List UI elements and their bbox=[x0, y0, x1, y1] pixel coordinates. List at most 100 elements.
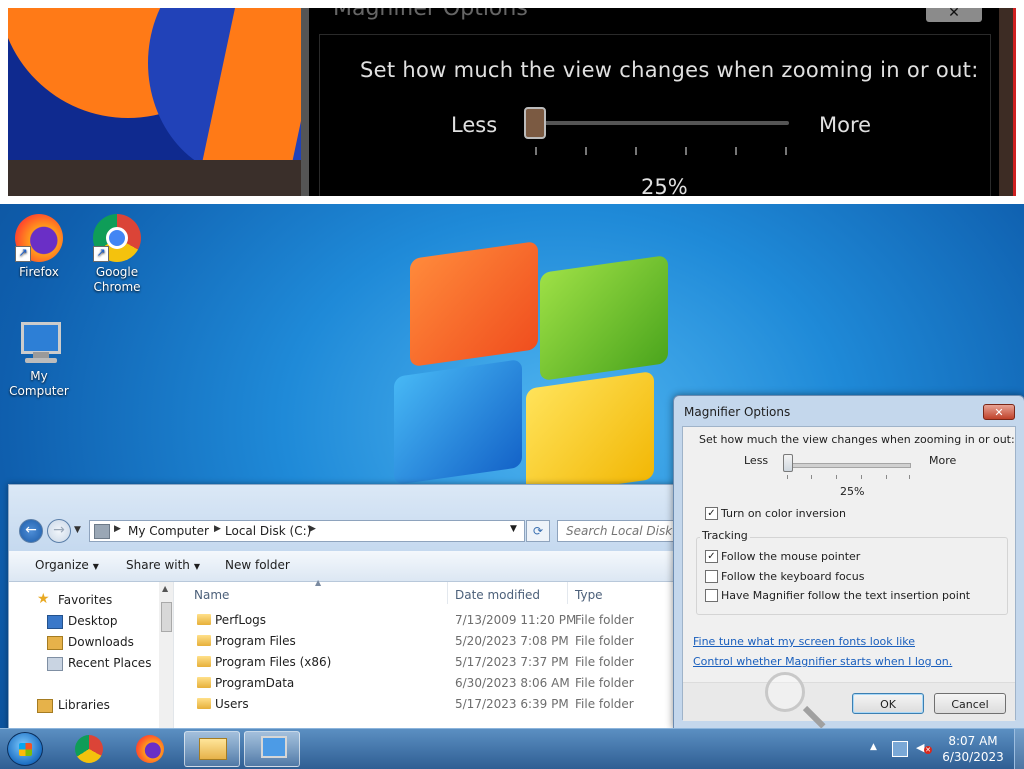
magnified-close-icon: ✕ bbox=[926, 8, 982, 22]
folder-icon bbox=[197, 698, 211, 709]
nav-item-libraries[interactable]: Libraries bbox=[58, 698, 110, 712]
magnifier-icon bbox=[261, 736, 287, 758]
magnified-dialog: Magnifier Options ✕ Set how much the vie… bbox=[309, 8, 999, 196]
scrollbar-thumb[interactable] bbox=[161, 602, 172, 632]
folder-icon bbox=[197, 677, 211, 688]
taskbar-explorer[interactable] bbox=[184, 731, 240, 767]
desktop-icon-label: Google Chrome bbox=[93, 265, 141, 294]
start-button[interactable] bbox=[7, 732, 43, 766]
show-desktop-button[interactable] bbox=[1014, 729, 1024, 769]
table-row[interactable]: Program Files (x86) 5/17/2023 7:37 PM Fi… bbox=[179, 652, 677, 673]
column-header-date-modified[interactable]: Date modified bbox=[455, 588, 540, 602]
nav-item-favorites[interactable]: Favorites bbox=[58, 593, 112, 607]
file-date: 5/17/2023 7:37 PM bbox=[455, 655, 569, 669]
folder-icon bbox=[197, 614, 211, 625]
ok-button[interactable]: OK bbox=[852, 693, 924, 714]
computer-small-icon bbox=[94, 524, 110, 539]
startup-link[interactable]: Control whether Magnifier starts when I … bbox=[693, 655, 952, 668]
desktop-icon-label: Firefox bbox=[19, 265, 59, 279]
breadcrumb-my-computer[interactable]: My Computer bbox=[128, 524, 209, 538]
desktop-icon-label: My Computer bbox=[9, 369, 69, 398]
nav-item-downloads[interactable]: Downloads bbox=[68, 635, 134, 649]
table-row[interactable]: Users 5/17/2023 6:39 PM File folder bbox=[179, 694, 677, 715]
folder-icon bbox=[197, 656, 211, 667]
magnified-region: Magnifier Options ✕ Set how much the vie… bbox=[8, 8, 1016, 196]
magnified-zoom-value: 25% bbox=[641, 175, 688, 196]
magnified-more-label: More bbox=[819, 113, 872, 137]
column-header-name[interactable]: Name bbox=[194, 588, 229, 602]
slider-tick bbox=[787, 475, 788, 479]
fonts-link[interactable]: Fine tune what my screen fonts look like bbox=[693, 635, 915, 648]
clock-time: 8:07 AM bbox=[948, 734, 998, 748]
breadcrumb-separator-icon[interactable]: ▶ bbox=[214, 524, 221, 534]
recent-pages-chevron-icon[interactable]: ▼ bbox=[74, 525, 81, 535]
scroll-up-icon[interactable]: ▲ bbox=[162, 584, 168, 593]
nav-item-desktop[interactable]: Desktop bbox=[68, 614, 118, 628]
back-button[interactable]: ← bbox=[19, 519, 43, 543]
table-row[interactable]: PerfLogs 7/13/2009 11:20 PM File folder bbox=[179, 610, 677, 631]
new-folder-button[interactable]: New folder bbox=[225, 558, 290, 572]
dialog-title: Magnifier Options bbox=[684, 405, 791, 419]
column-divider[interactable] bbox=[447, 582, 448, 604]
organize-button[interactable]: Organize ▼ bbox=[35, 558, 99, 572]
breadcrumb-separator-icon[interactable]: ▶ bbox=[309, 524, 316, 534]
magnified-edge bbox=[999, 8, 1016, 196]
breadcrumb-separator-icon[interactable]: ▶ bbox=[114, 524, 121, 534]
taskbar-magnifier[interactable] bbox=[244, 731, 300, 767]
follow-keyboard-checkbox[interactable] bbox=[705, 570, 718, 583]
volume-muted-icon[interactable]: ◀ ✕ bbox=[916, 741, 932, 755]
clock[interactable]: 8:07 AM 6/30/2023 bbox=[940, 733, 1006, 765]
navigation-scrollbar[interactable]: ▲ bbox=[159, 582, 173, 731]
close-button[interactable]: ✕ bbox=[983, 404, 1015, 420]
zoom-slider-thumb[interactable] bbox=[783, 454, 793, 472]
column-header-type[interactable]: Type bbox=[575, 588, 603, 602]
file-name: Program Files (x86) bbox=[215, 655, 332, 669]
dialog-footer: OK Cancel bbox=[683, 682, 1015, 721]
follow-text-insertion-checkbox[interactable] bbox=[705, 589, 718, 602]
follow-mouse-label: Follow the mouse pointer bbox=[721, 550, 861, 563]
file-type: File folder bbox=[575, 676, 634, 690]
taskbar-firefox[interactable] bbox=[122, 731, 178, 767]
desktop-icon-chrome[interactable]: ↗ Google Chrome bbox=[79, 214, 155, 295]
column-divider[interactable] bbox=[567, 582, 568, 604]
refresh-button[interactable]: ⟳ bbox=[526, 520, 550, 542]
magnified-dialog-body: Set how much the view changes when zoomi… bbox=[319, 34, 991, 196]
navigation-pane: ★ Favorites Desktop Downloads Recent Pla… bbox=[9, 582, 174, 731]
nav-item-recent-places[interactable]: Recent Places bbox=[68, 656, 151, 670]
forward-button[interactable]: → bbox=[47, 519, 71, 543]
file-date: 5/20/2023 7:08 PM bbox=[455, 634, 569, 648]
sort-ascending-icon: ▲ bbox=[315, 578, 322, 587]
command-bar: Organize ▼ Share with ▼ New folder bbox=[9, 551, 677, 582]
taskbar: ▲ ◀ ✕ 8:07 AM 6/30/2023 bbox=[0, 728, 1024, 769]
address-bar[interactable]: ▶ My Computer ▶ Local Disk (C:) ▶ ▼ bbox=[89, 520, 525, 542]
slider-tick bbox=[836, 475, 837, 479]
file-type: File folder bbox=[575, 697, 634, 711]
chrome-icon bbox=[75, 735, 103, 763]
taskbar-chrome[interactable] bbox=[61, 731, 117, 767]
windows-flag-icon bbox=[19, 743, 32, 756]
desktop-icon bbox=[47, 615, 63, 629]
desktop-icon-firefox[interactable]: ↗ Firefox bbox=[1, 214, 77, 280]
cancel-button[interactable]: Cancel bbox=[934, 693, 1006, 714]
file-date: 5/17/2023 6:39 PM bbox=[455, 697, 569, 711]
table-row[interactable]: ProgramData 6/30/2023 8:06 AM File folde… bbox=[179, 673, 677, 694]
file-type: File folder bbox=[575, 634, 634, 648]
search-input[interactable] bbox=[557, 520, 677, 542]
follow-mouse-checkbox[interactable]: ✓ bbox=[705, 550, 718, 563]
windows-logo-wallpaper bbox=[380, 241, 670, 497]
computer-icon bbox=[15, 318, 63, 366]
zoom-slider-track[interactable] bbox=[783, 463, 911, 468]
breadcrumb-local-disk[interactable]: Local Disk (C:) bbox=[225, 524, 311, 538]
follow-keyboard-label: Follow the keyboard focus bbox=[721, 570, 865, 583]
share-with-button[interactable]: Share with ▼ bbox=[126, 558, 200, 572]
network-icon[interactable] bbox=[892, 741, 908, 757]
color-inversion-checkbox[interactable]: ✓ bbox=[705, 507, 718, 520]
table-row[interactable]: Program Files 5/20/2023 7:08 PM File fol… bbox=[179, 631, 677, 652]
magnified-slider-thumb bbox=[524, 107, 546, 139]
magnified-instruction: Set how much the view changes when zoomi… bbox=[360, 58, 979, 82]
desktop-icon-my-computer[interactable]: My Computer bbox=[1, 318, 77, 399]
address-dropdown-icon[interactable]: ▼ bbox=[510, 524, 517, 534]
show-hidden-icons-icon[interactable]: ▲ bbox=[870, 742, 877, 752]
magnifier-lens-icon bbox=[765, 672, 805, 712]
slider-tick bbox=[811, 475, 812, 479]
